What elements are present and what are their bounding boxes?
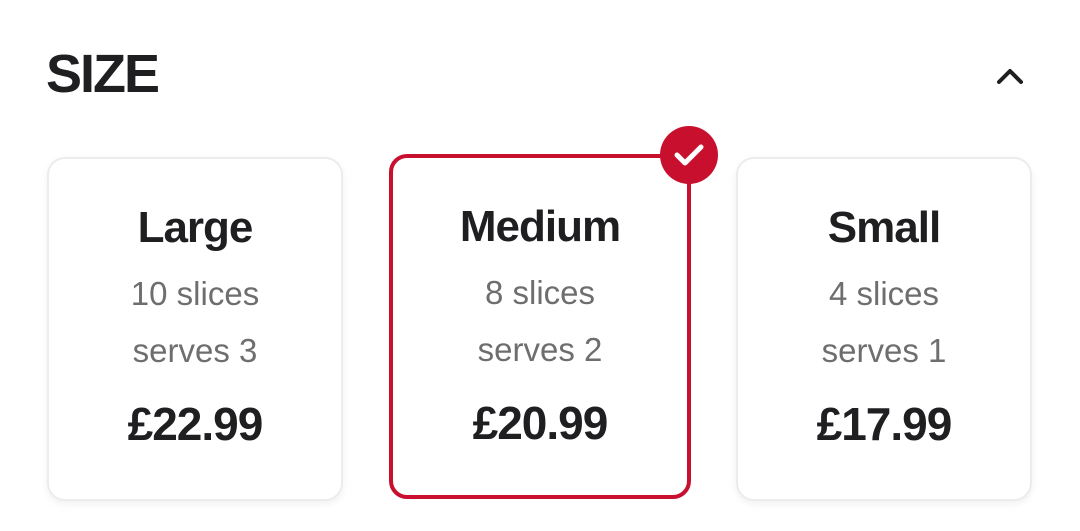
size-serves: serves 1: [821, 332, 947, 369]
size-price: £20.99: [472, 397, 609, 449]
collapse-toggle-button[interactable]: [992, 58, 1028, 94]
size-option-small[interactable]: Small 4 slices serves 1 £17.99: [736, 157, 1032, 501]
size-name: Large: [137, 203, 254, 252]
size-price: £22.99: [127, 398, 264, 450]
chevron-up-icon: [997, 69, 1023, 84]
size-serves: serves 2: [477, 331, 603, 368]
size-name: Small: [827, 203, 941, 252]
size-name: Medium: [459, 202, 621, 251]
size-slices: 10 slices: [130, 275, 260, 312]
size-option-medium[interactable]: Medium 8 slices serves 2 £20.99: [389, 154, 691, 499]
section-title: SIZE: [46, 44, 160, 104]
size-section-header[interactable]: SIZE: [46, 44, 1036, 104]
size-option-large[interactable]: Large 10 slices serves 3 £22.99: [47, 157, 343, 501]
size-price: £17.99: [816, 398, 953, 450]
selected-badge: [660, 126, 718, 184]
size-slices: 4 slices: [828, 275, 940, 312]
check-icon: [674, 144, 704, 166]
size-slices: 8 slices: [484, 274, 596, 311]
size-serves: serves 3: [132, 332, 258, 369]
